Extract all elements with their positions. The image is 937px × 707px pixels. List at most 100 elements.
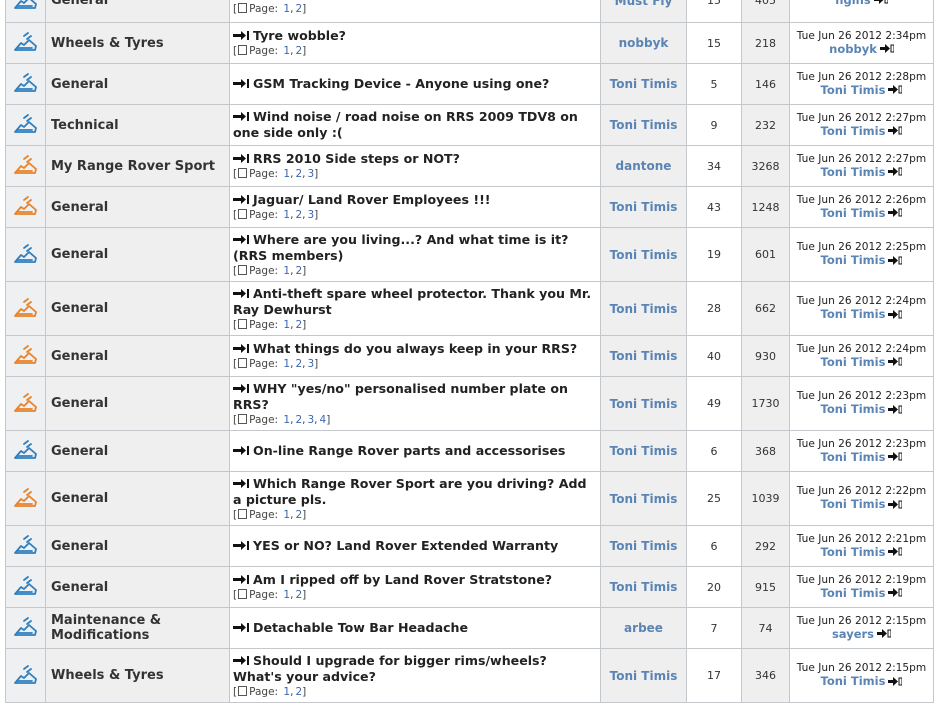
topic-title[interactable]: On-line Range Rover parts and accessoris…: [253, 443, 565, 458]
goto-last-post-icon[interactable]: [888, 167, 903, 176]
arrow-right-icon[interactable]: [233, 575, 249, 584]
forum-name[interactable]: General: [45, 566, 230, 608]
topic-author[interactable]: Must Fly: [600, 0, 687, 23]
goto-last-post-icon[interactable]: [888, 404, 903, 414]
forum-name[interactable]: Maintenance & Modifications: [45, 607, 230, 649]
arrow-right-icon[interactable]: [233, 288, 249, 298]
last-post-user[interactable]: Toni Timis: [821, 674, 886, 688]
topic-author[interactable]: Toni Timis: [600, 104, 687, 146]
page-link[interactable]: 2: [295, 265, 302, 277]
arrow-right-icon[interactable]: [233, 112, 249, 121]
arrow-right-icon[interactable]: [233, 344, 249, 353]
goto-last-post-icon[interactable]: [888, 676, 903, 686]
forum-name[interactable]: General: [45, 471, 230, 526]
last-post-user[interactable]: Toni Timis: [821, 355, 886, 369]
last-post-user[interactable]: Toni Timis: [821, 450, 886, 464]
last-post-user[interactable]: sayers: [832, 627, 874, 641]
goto-last-post-icon[interactable]: [877, 629, 892, 638]
topic-title[interactable]: Tyre wobble?: [253, 28, 346, 43]
arrow-right-icon[interactable]: [233, 623, 249, 632]
forum-name[interactable]: My Range Rover Sport: [45, 145, 230, 187]
topic-title[interactable]: Wind noise / road noise on RRS 2009 TDV8…: [233, 109, 578, 140]
topic-author[interactable]: Toni Timis: [600, 430, 687, 472]
goto-last-post-icon[interactable]: [888, 208, 903, 217]
topic-author[interactable]: Toni Timis: [600, 376, 687, 431]
arrow-right-icon[interactable]: [233, 655, 249, 665]
topic-title[interactable]: Where are you living...? And what time i…: [233, 232, 568, 263]
last-post-user[interactable]: Toni Timis: [821, 124, 886, 138]
goto-last-post-icon[interactable]: [888, 357, 903, 366]
last-post-user[interactable]: Toni Timis: [821, 165, 886, 179]
topic-author[interactable]: dantone: [600, 145, 687, 187]
goto-last-post-icon[interactable]: [888, 452, 903, 461]
topic-author[interactable]: Toni Timis: [600, 648, 687, 703]
page-link[interactable]: 2: [295, 319, 302, 331]
forum-name[interactable]: General: [45, 63, 230, 105]
arrow-right-icon[interactable]: [233, 383, 249, 393]
arrow-right-icon[interactable]: [233, 154, 249, 163]
topic-title[interactable]: Am I ripped off by Land Rover Stratstone…: [253, 572, 552, 587]
topic-author[interactable]: Toni Timis: [600, 281, 687, 336]
forum-name[interactable]: General: [45, 376, 230, 431]
topic-title[interactable]: Anti-theft spare wheel protector. Thank …: [233, 286, 591, 317]
arrow-right-icon[interactable]: [233, 195, 249, 204]
topic-author[interactable]: arbee: [600, 607, 687, 649]
topic-author[interactable]: Toni Timis: [600, 525, 687, 567]
topic-title[interactable]: Jaguar/ Land Rover Employees !!!: [253, 192, 491, 207]
last-post-user[interactable]: Toni Timis: [821, 402, 886, 416]
last-post-user[interactable]: ngins: [835, 0, 870, 7]
forum-name[interactable]: General: [45, 186, 230, 228]
forum-name[interactable]: General: [45, 227, 230, 282]
forum-name[interactable]: General: [45, 0, 230, 23]
arrow-right-icon[interactable]: [233, 79, 249, 88]
goto-last-post-icon[interactable]: [888, 255, 903, 265]
arrow-right-icon[interactable]: [233, 31, 249, 40]
goto-last-post-icon[interactable]: [888, 126, 903, 135]
arrow-right-icon[interactable]: [233, 234, 249, 244]
forum-name[interactable]: General: [45, 335, 230, 377]
topic-title[interactable]: Which Range Rover Sport are you driving?…: [233, 476, 587, 507]
page-link[interactable]: 3: [307, 209, 314, 221]
last-post-user[interactable]: Toni Timis: [821, 253, 886, 267]
topic-title[interactable]: Should I upgrade for bigger rims/wheels?…: [233, 653, 547, 684]
page-link[interactable]: 3: [307, 358, 314, 370]
page-link[interactable]: 3: [307, 168, 314, 180]
arrow-right-icon[interactable]: [233, 478, 249, 488]
goto-last-post-icon[interactable]: [879, 44, 894, 53]
topic-author[interactable]: Toni Timis: [600, 471, 687, 526]
goto-last-post-icon[interactable]: [888, 588, 903, 597]
page-link[interactable]: 2: [295, 3, 302, 15]
forum-name[interactable]: Technical: [45, 104, 230, 146]
goto-last-post-icon[interactable]: [873, 0, 888, 4]
topic-author[interactable]: Toni Timis: [600, 335, 687, 377]
topic-author[interactable]: Toni Timis: [600, 566, 687, 608]
page-link[interactable]: 2: [295, 589, 302, 601]
forum-name[interactable]: General: [45, 281, 230, 336]
forum-name[interactable]: Wheels & Tyres: [45, 648, 230, 703]
page-link[interactable]: 2: [295, 45, 302, 57]
last-post-user[interactable]: nobbyk: [829, 42, 877, 56]
last-post-user[interactable]: Toni Timis: [821, 545, 886, 559]
last-post-user[interactable]: Toni Timis: [821, 497, 886, 511]
arrow-right-icon[interactable]: [233, 541, 249, 550]
topic-author[interactable]: Toni Timis: [600, 227, 687, 282]
topic-title[interactable]: WHY "yes/no" personalised number plate o…: [233, 381, 568, 412]
last-post-user[interactable]: Toni Timis: [821, 307, 886, 321]
page-link[interactable]: 4: [320, 414, 327, 426]
topic-author[interactable]: Toni Timis: [600, 63, 687, 105]
last-post-user[interactable]: Toni Timis: [821, 83, 886, 97]
page-link[interactable]: 2: [295, 686, 302, 698]
forum-name[interactable]: General: [45, 430, 230, 472]
forum-name[interactable]: General: [45, 525, 230, 567]
goto-last-post-icon[interactable]: [888, 309, 903, 319]
topic-author[interactable]: Toni Timis: [600, 186, 687, 228]
topic-title[interactable]: YES or NO? Land Rover Extended Warranty: [253, 538, 558, 553]
topic-title[interactable]: GSM Tracking Device - Anyone using one?: [253, 76, 549, 91]
last-post-user[interactable]: Toni Timis: [821, 586, 886, 600]
last-post-user[interactable]: Toni Timis: [821, 206, 886, 220]
goto-last-post-icon[interactable]: [888, 499, 903, 509]
forum-name[interactable]: Wheels & Tyres: [45, 22, 230, 64]
topic-title[interactable]: Detachable Tow Bar Headache: [253, 620, 468, 635]
arrow-right-icon[interactable]: [233, 446, 249, 455]
goto-last-post-icon[interactable]: [888, 85, 903, 94]
